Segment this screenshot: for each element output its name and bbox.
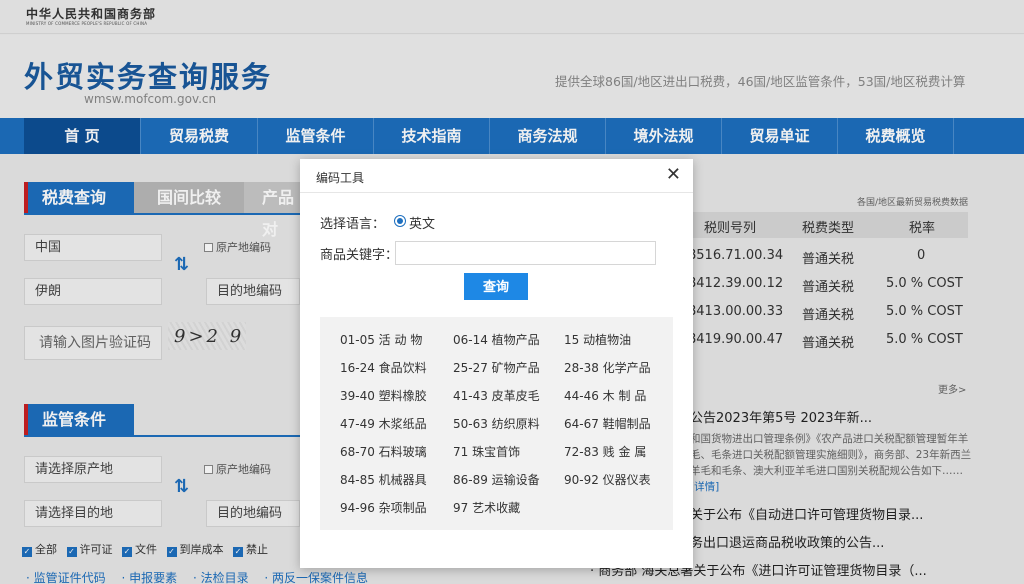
language-option-label[interactable]: 英文: [409, 213, 435, 232]
category-item[interactable]: 64-67 鞋帽制品: [564, 415, 651, 432]
dialog-header: 编码工具 ✕: [300, 159, 693, 193]
category-item[interactable]: 06-14 植物产品: [453, 331, 540, 348]
language-radio-english[interactable]: [394, 215, 406, 227]
category-item[interactable]: 68-70 石料玻璃: [340, 443, 427, 460]
category-item[interactable]: 25-27 矿物产品: [453, 359, 540, 376]
close-icon[interactable]: ✕: [666, 165, 681, 185]
category-item[interactable]: 44-46 木 制 品: [564, 387, 646, 404]
category-item[interactable]: 94-96 杂项制品: [340, 499, 427, 516]
query-button[interactable]: 查询: [464, 273, 528, 300]
category-item[interactable]: 71 珠宝首饰: [453, 443, 520, 460]
category-item[interactable]: 84-85 机械器具: [340, 471, 427, 488]
category-item[interactable]: 39-40 塑料橡胶: [340, 387, 427, 404]
category-grid: 01-05 活 动 物 06-14 植物产品 15 动植物油 16-24 食品饮…: [320, 317, 673, 530]
language-label: 选择语言：: [320, 217, 386, 232]
category-item[interactable]: 50-63 纺织原料: [453, 415, 540, 432]
category-item[interactable]: 97 艺术收藏: [453, 499, 520, 516]
category-item[interactable]: 90-92 仪器仪表: [564, 471, 651, 488]
dialog-title: 编码工具: [316, 171, 365, 185]
category-item[interactable]: 41-43 皮革皮毛: [453, 387, 540, 404]
keyword-label: 商品关键字：: [320, 248, 399, 263]
category-item[interactable]: 86-89 运输设备: [453, 471, 540, 488]
category-item[interactable]: 47-49 木浆纸品: [340, 415, 427, 432]
category-item[interactable]: 28-38 化学产品: [564, 359, 651, 376]
category-item[interactable]: 01-05 活 动 物: [340, 331, 422, 348]
category-item[interactable]: 15 动植物油: [564, 331, 631, 348]
category-item[interactable]: 16-24 食品饮料: [340, 359, 427, 376]
category-item[interactable]: 72-83 贱 金 属: [564, 443, 646, 460]
code-tool-dialog: 编码工具 ✕ 选择语言： 英文 商品关键字： 查询 01-05 活 动 物 06…: [300, 159, 693, 568]
keyword-input[interactable]: [395, 241, 656, 265]
